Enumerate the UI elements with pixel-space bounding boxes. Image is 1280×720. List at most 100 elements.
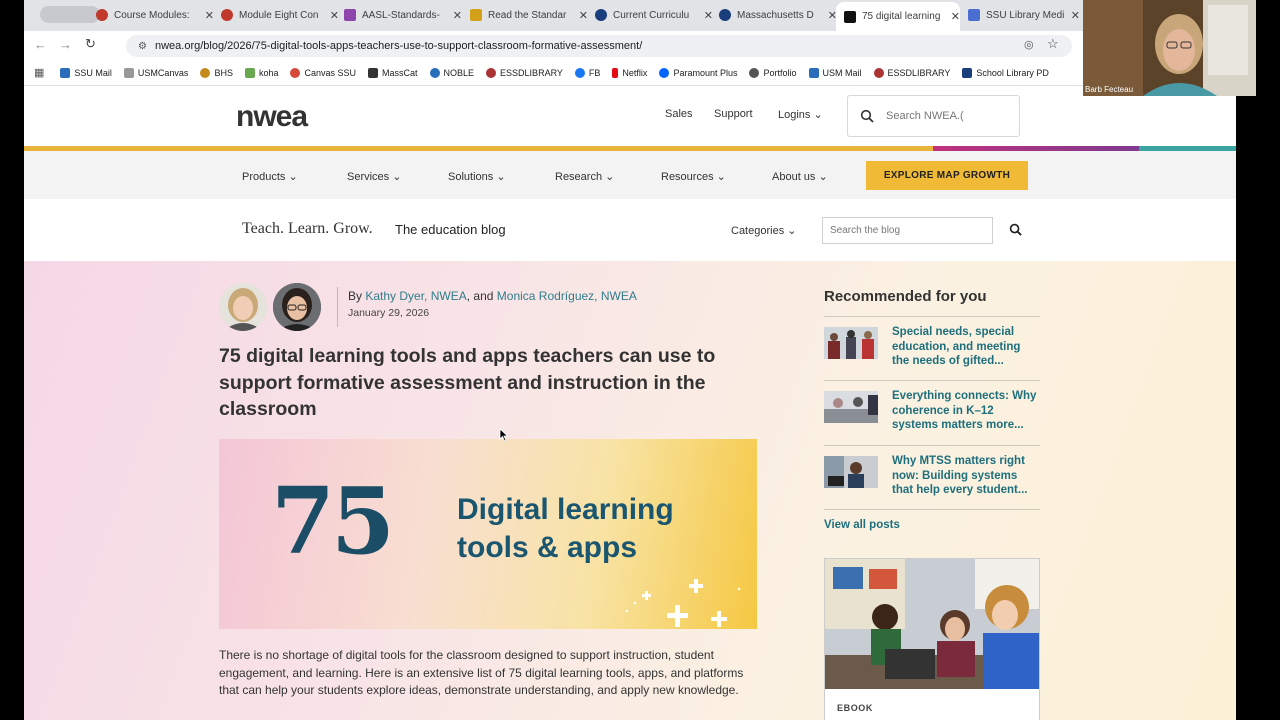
browser-tab[interactable]: Massachusetts D ✕ (719, 4, 837, 26)
bookmark-icon (486, 67, 497, 78)
browser-tab[interactable]: Read the Standar ✕ (470, 4, 588, 26)
bookmark[interactable]: ESSDLIBRARY (873, 67, 950, 78)
explore-map-growth-button[interactable]: EXPLORE MAP GROWTH (866, 161, 1028, 190)
bookmark-icon (60, 67, 71, 78)
search-icon (860, 109, 874, 123)
bookmark-label: Paramount Plus (673, 67, 738, 78)
close-icon[interactable]: ✕ (951, 10, 960, 23)
browser-tab[interactable]: AASL-Standards- ✕ (344, 4, 462, 26)
bookmark-label: Canvas SSU (304, 67, 357, 78)
sparkle-decoration (625, 579, 741, 627)
mouse-cursor-icon (499, 428, 509, 442)
bookmark-star-icon[interactable]: ☆ (1047, 36, 1059, 52)
ebook-image (825, 559, 1039, 689)
close-icon[interactable]: ✕ (205, 9, 214, 22)
tab-group-button[interactable] (40, 6, 100, 23)
author-link[interactable]: Monica Rodríguez, NWEA (497, 289, 637, 303)
close-icon[interactable]: ✕ (330, 9, 339, 22)
recommended-item[interactable]: Why MTSS matters right now: Building sys… (824, 445, 1040, 509)
blog-tagline[interactable]: Teach. Learn. Grow. (242, 220, 373, 238)
bookmark[interactable]: FB (574, 67, 600, 78)
site-search-input[interactable]: Search NWEA.( (847, 95, 1020, 137)
close-icon[interactable]: ✕ (704, 9, 713, 22)
bookmark[interactable]: ESSDLIBRARY (486, 67, 563, 78)
hero-image: 75 Digital learning tools & apps (219, 439, 757, 629)
browser-tab[interactable]: Current Curriculu ✕ (595, 4, 713, 26)
address-bar[interactable]: ⚙ nwea.org/blog/2026/75-digital-tools-ap… (126, 35, 1072, 57)
logins-dropdown[interactable]: Logins ⌄ (778, 108, 823, 121)
back-icon[interactable]: ← (34, 37, 47, 52)
bookmark-icon (429, 67, 440, 78)
article-intro: There is no shortage of digital tools fo… (219, 648, 744, 697)
url-text: nwea.org/blog/2026/75-digital-tools-apps… (154, 40, 643, 52)
forward-icon[interactable]: → (59, 37, 72, 52)
bookmark[interactable]: Portfolio (749, 67, 797, 78)
thumbnail (824, 456, 878, 488)
blog-name[interactable]: The education blog (395, 222, 506, 237)
recommended-item[interactable]: Everything connects: Why coherence in K–… (824, 380, 1040, 444)
participant-name: Barb Fecteau (1085, 85, 1134, 94)
nav-services[interactable]: Services ⌄ (347, 170, 401, 183)
sales-link[interactable]: Sales (665, 108, 693, 120)
recommended-item[interactable]: Special needs, special education, and me… (824, 316, 1040, 380)
hero-number: 75 (271, 467, 395, 575)
bookmark[interactable]: SSU Mail (60, 67, 112, 78)
reload-icon[interactable]: ↻ (85, 36, 96, 52)
view-all-posts-link[interactable]: View all posts (824, 519, 900, 531)
byline-divider (337, 287, 338, 327)
recommended-heading: Recommended for you (824, 288, 987, 305)
nav-products[interactable]: Products ⌄ (242, 170, 298, 183)
bookmark[interactable]: BHS (200, 67, 233, 78)
bookmark-icon (873, 67, 884, 78)
site-info-icon[interactable]: ⚙ (138, 41, 147, 52)
bookmark-icon (200, 67, 211, 78)
support-link[interactable]: Support (714, 108, 753, 120)
article-title: 75 digital learning tools and apps teach… (219, 345, 716, 420)
logins-label: Logins (778, 109, 811, 121)
byline-and: , and (466, 289, 494, 303)
bookmark[interactable]: Paramount Plus (659, 67, 738, 78)
ebook-card[interactable]: EBOOK (824, 558, 1040, 720)
chevron-down-icon: ⌄ (813, 109, 823, 121)
browser-tab[interactable]: Course Modules: ✕ (96, 4, 214, 26)
eye-off-icon[interactable]: ◎ (1024, 38, 1034, 51)
author-link[interactable]: Kathy Dyer, NWEA (365, 289, 466, 303)
nwea-logo[interactable]: nwea (236, 100, 308, 134)
bookmark[interactable]: USMCanvas (123, 67, 188, 78)
browser-tab[interactable]: Module Eight Con ✕ (221, 4, 339, 26)
nav-research[interactable]: Research ⌄ (555, 170, 614, 183)
bookmark-label: School Library PD (976, 67, 1049, 78)
bookmark-label: koha (258, 67, 279, 78)
close-icon[interactable]: ✕ (579, 9, 588, 22)
close-icon[interactable]: ✕ (1071, 9, 1080, 22)
bookmark[interactable]: USM Mail (808, 67, 862, 78)
bookmark-icon (612, 67, 619, 78)
blog-search-input[interactable]: Search the blog (822, 217, 993, 244)
bookmark-label: USM Mail (822, 67, 862, 78)
apps-grid-icon[interactable]: ▦ (34, 66, 44, 79)
nav-resources[interactable]: Resources ⌄ (661, 170, 726, 183)
publish-date: January 29, 2026 (348, 307, 430, 319)
bookmark-icon (368, 67, 379, 78)
bookmark[interactable]: Netflix (612, 67, 647, 78)
nav-label: About us (772, 171, 816, 183)
webcam-overlay: Barb Fecteau (1083, 0, 1256, 96)
tab-favicon (344, 9, 356, 21)
bookmark-icon (749, 67, 760, 78)
categories-dropdown[interactable]: Categories ⌄ (731, 224, 796, 237)
byline-by: By (348, 289, 363, 303)
nav-solutions[interactable]: Solutions ⌄ (448, 170, 506, 183)
close-icon[interactable]: ✕ (453, 9, 462, 22)
author-avatar (273, 283, 321, 331)
bookmark[interactable]: School Library PD (962, 67, 1049, 78)
nav-about-us[interactable]: About us ⌄ (772, 170, 828, 183)
bookmark[interactable]: MassCat (368, 67, 418, 78)
bookmark[interactable]: NOBLE (429, 67, 474, 78)
bookmark[interactable]: koha (244, 67, 279, 78)
search-icon[interactable] (1009, 223, 1022, 236)
browser-tab[interactable]: SSU Library Medi ✕ (968, 4, 1080, 26)
bookmark[interactable]: Canvas SSU (290, 67, 357, 78)
browser-tab-active[interactable]: 75 digital learning ✕ (836, 2, 960, 31)
bookmark-label: BHS (214, 67, 233, 78)
tab-title: 75 digital learning (862, 11, 941, 22)
